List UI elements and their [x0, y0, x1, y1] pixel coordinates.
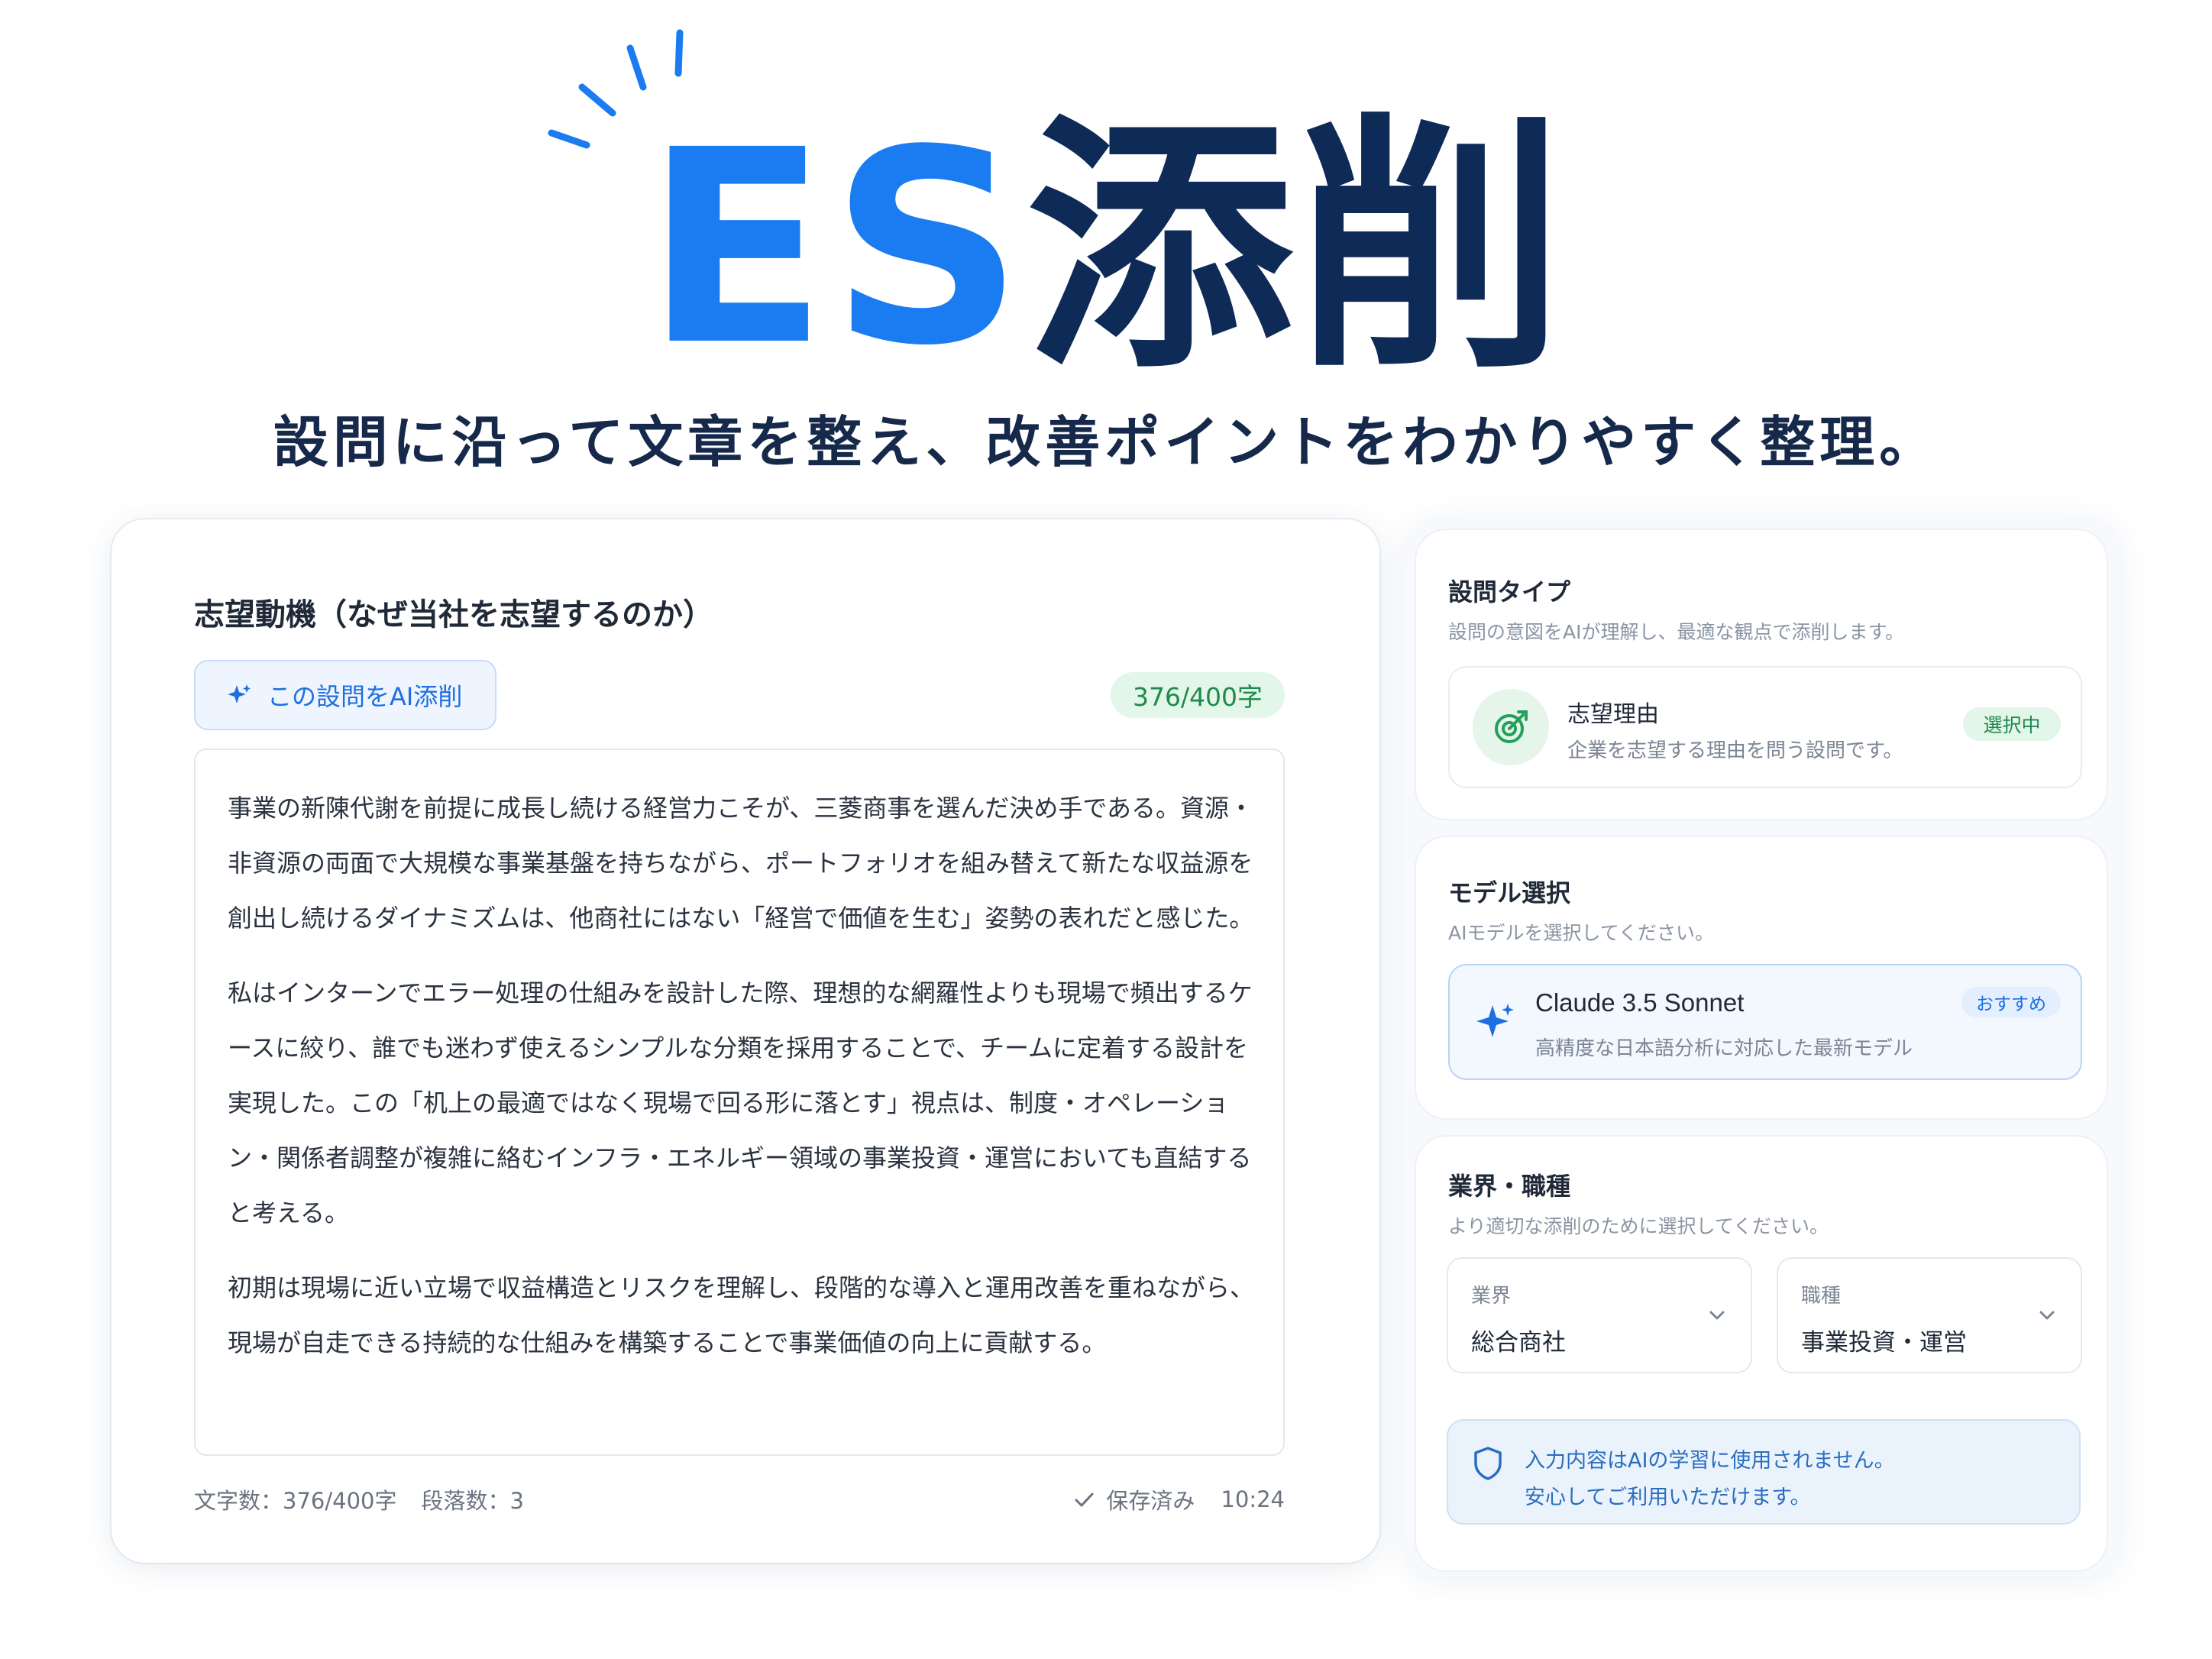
industry-card: 業界・職種 より適切な添削のために選択してください。 業界 総合商社 職種 事業… — [1416, 1137, 2107, 1570]
industry-select-label: 業界 — [1471, 1285, 1512, 1308]
essay-paragraph: 初期は現場に近い立場で収益構造とリスクを理解し、段階的な導入と運用改善を重ねなが… — [228, 1273, 1255, 1357]
editor-panel: 志望動機（なぜ当社を志望するのか） この設問をAI添削 376/400字 事業の… — [112, 519, 1379, 1563]
recommended-badge: おすすめ — [1961, 987, 2061, 1017]
question-type-option-motivation[interactable]: 志望理由 企業を志望する理由を問う設問です。 選択中 — [1448, 666, 2082, 788]
chevron-down-icon — [1709, 1311, 1725, 1320]
star-sparkle-icon — [1476, 1004, 1514, 1037]
job-select-label: 職種 — [1801, 1285, 1842, 1308]
industry-select[interactable]: 業界 総合商社 — [1447, 1257, 1752, 1373]
essay-paragraph: 事業の新陳代謝を前提に成長し続ける経営力こそが、三菱商事を選んだ決め手である。資… — [228, 794, 1254, 933]
job-select-value: 事業投資・運営 — [1801, 1329, 1967, 1357]
industry-title: 業界・職種 — [1448, 1172, 1571, 1201]
char-count-text: 文字数：376/400字 — [194, 1488, 397, 1514]
hero-title: ES添削 — [0, 115, 2212, 382]
essay-paragraph: 私はインターンでエラー処理の仕組みを設計した際、理想的な網羅性よりも現場で頻出す… — [228, 978, 1253, 1227]
selected-badge: 選択中 — [1963, 707, 2061, 741]
industry-select-value: 総合商社 — [1471, 1329, 1566, 1357]
question-type-option-desc: 企業を志望する理由を問う設問です。 — [1567, 739, 1903, 762]
target-icon — [1473, 689, 1549, 765]
editor-stats: 文字数：376/400字 段落数：3 — [194, 1483, 524, 1515]
char-count-badge: 376/400字 — [1111, 672, 1285, 718]
model-option-desc: 高精度な日本語分析に対応した最新モデル — [1535, 1037, 1913, 1060]
hero-subtitle: 設問に沿って文章を整え、改善ポイントをわかりやすく整理。 — [273, 410, 1939, 474]
sparkle-icon — [228, 684, 251, 703]
hero-title-es: ES — [645, 92, 1027, 404]
save-status: 保存済み 10:24 — [1072, 1483, 1285, 1515]
question-type-description: 設問の意図をAIが理解し、最適な観点で添削します。 — [1448, 621, 1904, 643]
privacy-notice-line1: 入力内容はAIの学習に使用されません。 — [1525, 1449, 1895, 1473]
model-description: AIモデルを選択してください。 — [1448, 922, 1714, 944]
model-card: モデル選択 AIモデルを選択してください。 Claude 3.5 Sonnet … — [1416, 837, 2107, 1118]
paragraph-count-text: 段落数：3 — [421, 1488, 524, 1514]
saved-time: 10:24 — [1221, 1486, 1285, 1512]
question-type-title: 設問タイプ — [1448, 577, 1571, 606]
check-icon — [1075, 1492, 1094, 1507]
model-title: モデル選択 — [1448, 878, 1571, 907]
hero-title-jp: 添削 — [1026, 92, 1567, 404]
privacy-notice: 入力内容はAIの学習に使用されません。 安心してご利用いただけます。 — [1447, 1419, 2081, 1525]
essay-textarea[interactable]: 事業の新陳代謝を前提に成長し続ける経営力こそが、三菱商事を選んだ決め手である。資… — [194, 749, 1285, 1456]
model-option-name: Claude 3.5 Sonnet — [1535, 988, 1745, 1017]
question-type-card: 設問タイプ 設問の意図をAIが理解し、最適な観点で添削します。 志望理由 企業を… — [1416, 530, 2107, 819]
job-select[interactable]: 職種 事業投資・運営 — [1777, 1257, 2082, 1373]
industry-description: より適切な添削のために選択してください。 — [1448, 1215, 1829, 1237]
question-type-option-name: 志望理由 — [1567, 701, 1659, 728]
model-option-claude[interactable]: Claude 3.5 Sonnet 高精度な日本語分析に対応した最新モデル おす… — [1448, 964, 2082, 1080]
saved-label: 保存済み — [1106, 1488, 1195, 1514]
chevron-down-icon — [2039, 1311, 2055, 1320]
ai-correct-button-label: この設問をAI添削 — [267, 682, 463, 711]
ai-correct-button[interactable]: この設問をAI添削 — [194, 660, 496, 730]
shield-icon — [1474, 1447, 1502, 1480]
question-title: 志望動機（なぜ当社を志望するのか） — [194, 597, 713, 632]
privacy-notice-line2: 安心してご利用いただけます。 — [1525, 1486, 1811, 1509]
